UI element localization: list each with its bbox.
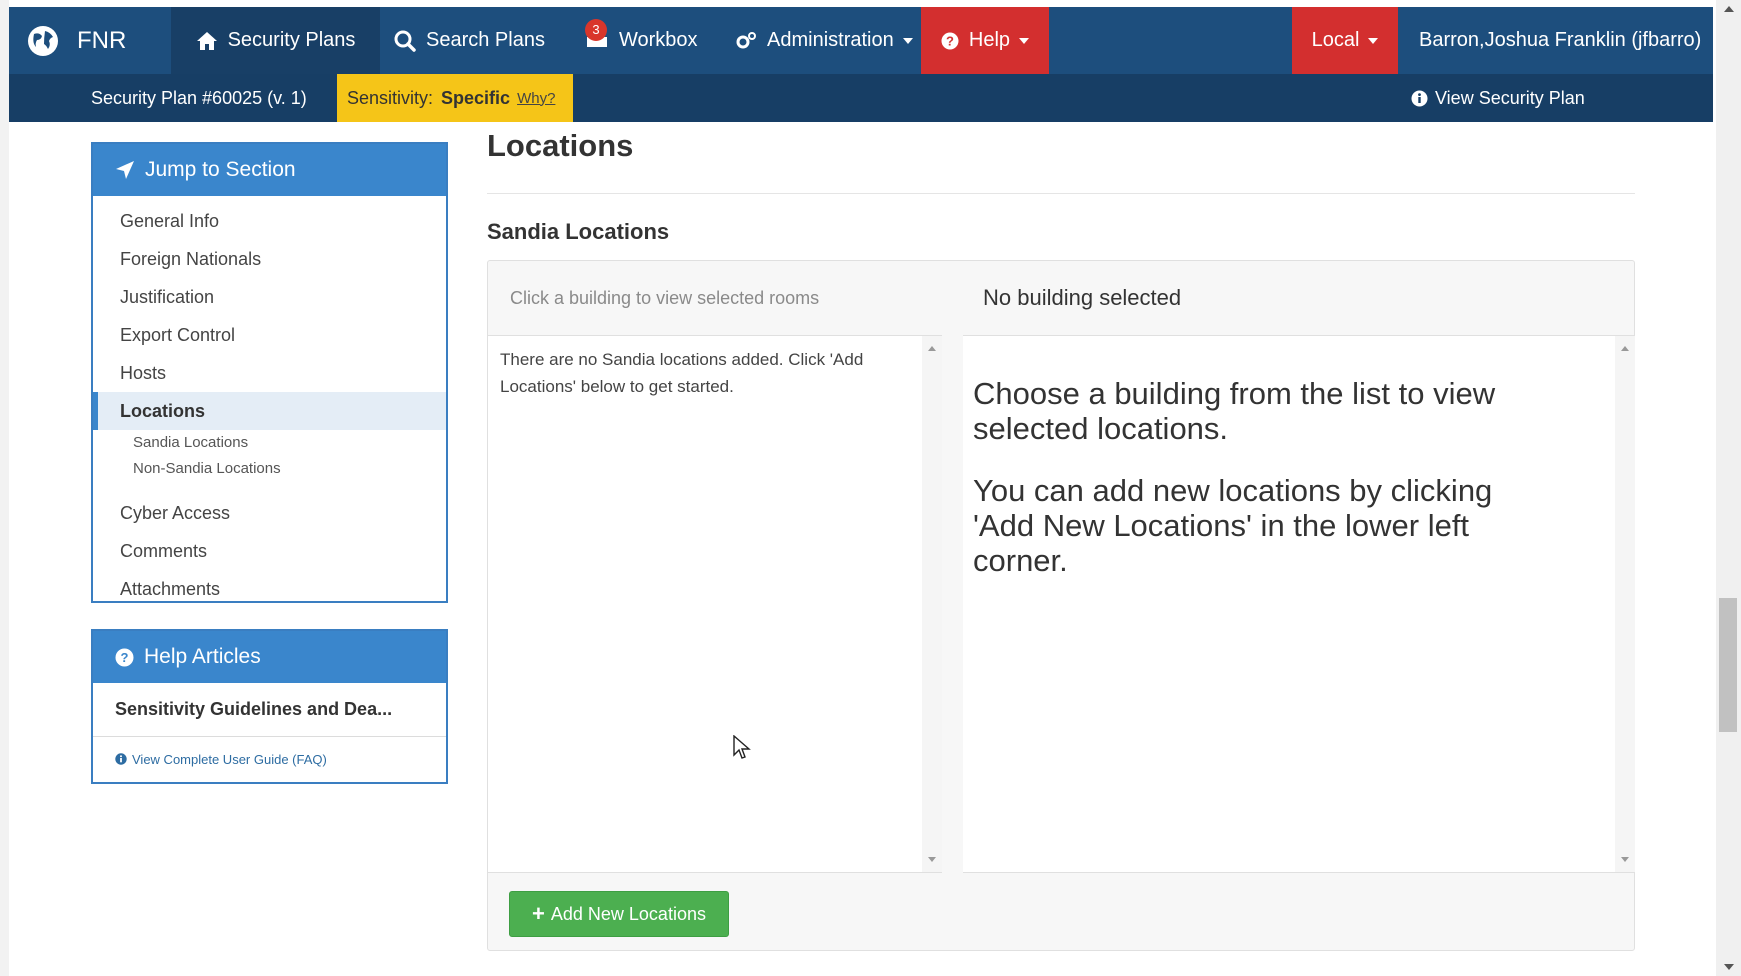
section-title: Sandia Locations bbox=[487, 219, 670, 244]
building-list[interactable]: There are no Sandia locations added. Cli… bbox=[488, 335, 942, 873]
sidebar-item-justification[interactable]: Justification bbox=[93, 278, 446, 316]
workbox-count-badge: 3 bbox=[585, 18, 607, 41]
user-name: Barron,Joshua Franklin (jfbarro) bbox=[1419, 29, 1702, 51]
sensitivity-label: Sensitivity: bbox=[347, 87, 434, 108]
scrollbar-thumb[interactable] bbox=[1719, 598, 1737, 732]
scroll-down-arrow[interactable] bbox=[928, 857, 936, 862]
scroll-up-arrow[interactable] bbox=[928, 346, 936, 351]
scroll-down-arrow[interactable] bbox=[1621, 857, 1629, 862]
detail-instructions: Choose a building from the list to view … bbox=[973, 376, 1553, 605]
chevron-down-icon bbox=[1019, 37, 1030, 44]
nav-help[interactable]: ? Help bbox=[921, 7, 1049, 74]
sidebar-item-attachments[interactable]: Attachments bbox=[93, 570, 446, 608]
sensitivity-value: Specific bbox=[441, 87, 511, 108]
sidebar-item-comments[interactable]: Comments bbox=[93, 532, 446, 570]
sidebar-subitem-non-sandia-locations[interactable]: Non-Sandia Locations bbox=[93, 456, 446, 482]
brand-name: FNR bbox=[77, 26, 127, 54]
plus-icon: + bbox=[532, 901, 545, 926]
nav-search-plans[interactable]: Search Plans bbox=[394, 7, 545, 74]
detail-instruction-add: You can add new locations by clicking 'A… bbox=[973, 473, 1493, 578]
nav-local-label: Local bbox=[1311, 29, 1360, 51]
sidebar-item-cyber-access[interactable]: Cyber Access bbox=[93, 494, 446, 532]
sensitivity-banner: Sensitivity: Specific Why? bbox=[337, 74, 573, 122]
question-circle-icon: ? bbox=[115, 648, 134, 666]
window-edge bbox=[0, 0, 9, 976]
add-new-locations-label: Add New Locations bbox=[550, 903, 706, 924]
mouse-cursor-icon bbox=[733, 735, 751, 759]
sidebar-item-hosts[interactable]: Hosts bbox=[93, 354, 446, 392]
sidebar-item-foreign-nationals[interactable]: Foreign Nationals bbox=[93, 240, 446, 278]
building-detail-pane: Choose a building from the list to view … bbox=[963, 335, 1635, 873]
user-guide-faq-label: View Complete User Guide (FAQ) bbox=[132, 751, 327, 767]
scroll-up-arrow[interactable] bbox=[1724, 6, 1734, 12]
nav-administration-label: Administration bbox=[767, 29, 894, 51]
svg-text:?: ? bbox=[946, 33, 954, 48]
building-list-hint: Click a building to view selected rooms bbox=[510, 288, 820, 308]
nav-security-plans[interactable]: Security Plans bbox=[171, 7, 380, 74]
page-title: Locations bbox=[487, 128, 634, 163]
chevron-down-icon bbox=[902, 37, 913, 44]
help-articles-header: ? Help Articles bbox=[93, 631, 446, 683]
sidebar-subitem-sandia-locations[interactable]: Sandia Locations bbox=[93, 430, 446, 456]
nav-local[interactable]: Local bbox=[1292, 7, 1398, 74]
sensitivity-why-link[interactable]: Why? bbox=[517, 90, 555, 107]
nav-workbox[interactable]: 3 Workbox bbox=[585, 7, 698, 74]
sandia-locations-widget: Click a building to view selected rooms … bbox=[487, 260, 1635, 951]
jump-to-section-title: Jump to Section bbox=[145, 158, 296, 181]
nav-administration[interactable]: Administration bbox=[735, 7, 913, 74]
view-security-plan-label: View Security Plan bbox=[1435, 87, 1585, 108]
svg-text:?: ? bbox=[121, 650, 129, 665]
nav-search-plans-label: Search Plans bbox=[426, 29, 545, 51]
info-circle-icon bbox=[1411, 90, 1428, 106]
search-icon bbox=[394, 30, 416, 52]
nav-workbox-label: Workbox bbox=[619, 29, 698, 51]
help-article-link[interactable]: Sensitivity Guidelines and Dea... bbox=[93, 683, 446, 737]
title-divider bbox=[487, 193, 1635, 194]
page-scrollbar[interactable] bbox=[1716, 0, 1741, 976]
question-circle-icon: ? bbox=[941, 32, 959, 49]
nav-security-plans-label: Security Plans bbox=[227, 29, 356, 51]
gears-icon bbox=[736, 31, 756, 48]
help-articles-panel: ? Help Articles Sensitivity Guidelines a… bbox=[91, 629, 448, 784]
location-arrow-icon bbox=[116, 161, 134, 179]
nav-user-menu[interactable]: Barron,Joshua Franklin (jfbarro) bbox=[1419, 7, 1701, 74]
detail-instruction-choose: Choose a building from the list to view … bbox=[973, 376, 1496, 446]
sidebar-item-locations[interactable]: Locations bbox=[93, 392, 446, 430]
jump-to-section-header: Jump to Section bbox=[93, 144, 446, 196]
home-icon bbox=[196, 31, 217, 50]
detail-pane-scrollbar[interactable] bbox=[1615, 336, 1635, 872]
jump-to-section-panel: Jump to Section General Info Foreign Nat… bbox=[91, 142, 448, 603]
add-new-locations-button[interactable]: + Add New Locations bbox=[509, 891, 729, 937]
globe-icon bbox=[28, 25, 58, 56]
top-navbar: FNR Security Plans Search Plans 3 Workbo… bbox=[9, 7, 1713, 74]
scroll-down-arrow[interactable] bbox=[1724, 964, 1734, 970]
help-articles-title: Help Articles bbox=[144, 645, 261, 668]
building-list-scrollbar[interactable] bbox=[922, 336, 942, 872]
plan-title: Security Plan #60025 (v. 1) bbox=[91, 88, 307, 108]
inbox-icon: 3 bbox=[585, 18, 619, 55]
view-security-plan-link[interactable]: View Security Plan bbox=[1411, 74, 1585, 122]
brand-logo[interactable]: FNR bbox=[27, 7, 126, 74]
plan-subnav: Security Plan #60025 (v. 1) Sensitivity:… bbox=[9, 74, 1713, 122]
user-guide-faq-link[interactable]: View Complete User Guide (FAQ) bbox=[93, 737, 446, 781]
selected-building-status: No building selected bbox=[983, 285, 1182, 310]
scroll-up-arrow[interactable] bbox=[1621, 346, 1629, 351]
chevron-down-icon bbox=[1368, 37, 1379, 44]
info-circle-icon bbox=[115, 753, 127, 765]
nav-help-label: Help bbox=[968, 29, 1011, 51]
sidebar-item-general-info[interactable]: General Info bbox=[93, 202, 446, 240]
empty-list-message: There are no Sandia locations added. Cli… bbox=[500, 350, 864, 396]
sidebar-item-export-control[interactable]: Export Control bbox=[93, 316, 446, 354]
